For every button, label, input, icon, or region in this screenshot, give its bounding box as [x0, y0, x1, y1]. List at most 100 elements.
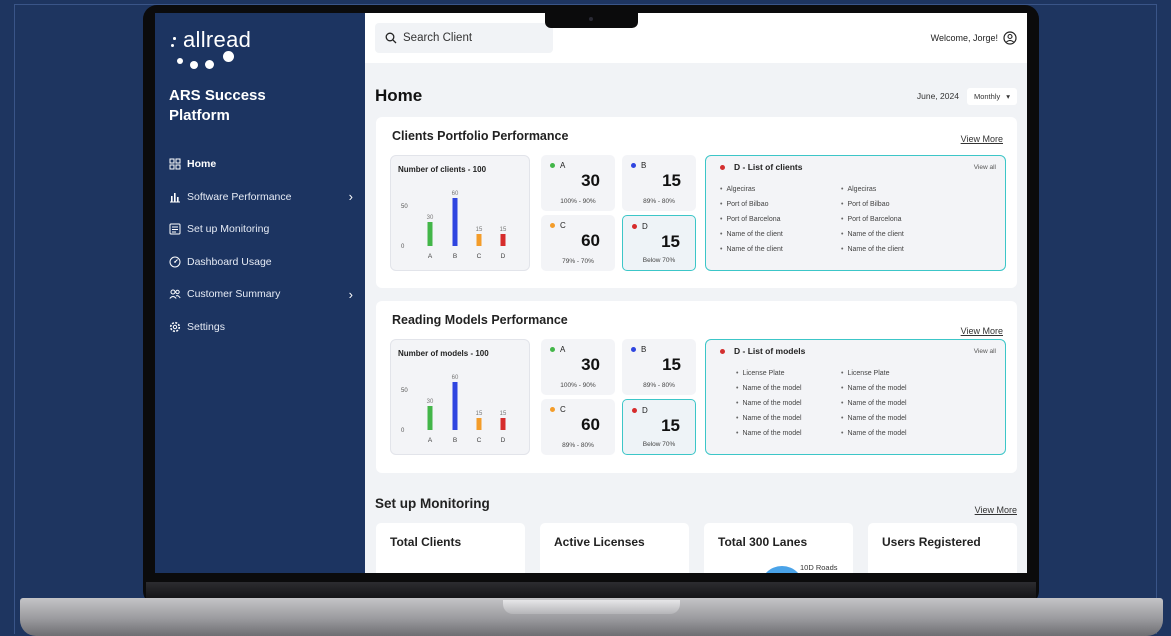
grid-icon	[169, 158, 181, 170]
count-chart-card: Number of models - 100 0 50 30 A 60 B 15 C 15 D	[390, 339, 530, 455]
status-dot-icon	[550, 163, 555, 168]
grade-card-d[interactable]: D 15 Below 70%	[622, 399, 696, 455]
view-all-link[interactable]: View all	[974, 164, 996, 171]
list-item[interactable]: Name of the model	[736, 381, 801, 396]
bar-b[interactable]	[452, 382, 458, 430]
sidebar-item-label: Customer Summary	[187, 288, 281, 301]
list-item[interactable]: Name of the model	[841, 381, 906, 396]
grade-letter: D	[642, 406, 648, 415]
bar-a[interactable]	[427, 222, 433, 246]
list-item[interactable]: Name of the client	[720, 242, 782, 257]
logo-text: allread	[183, 27, 252, 52]
laptop-hinge	[503, 600, 680, 614]
count-chart-card: Number of clients - 100 0 50 30 A 60 B 15 C 15 D	[390, 155, 530, 271]
x-tick-label: C	[477, 437, 482, 444]
list-item[interactable]: Name of the client	[720, 227, 782, 242]
chevron-down-icon: ▾	[1006, 91, 1010, 101]
bar-value-label: 60	[452, 191, 459, 197]
view-all-link[interactable]: View all	[974, 348, 996, 355]
card-title: Active Licenses	[554, 535, 645, 549]
list-item[interactable]: License Plate	[841, 366, 907, 381]
grade-card-c[interactable]: C 60 89% - 80%	[541, 399, 615, 455]
monitoring-view-more-link[interactable]: View More	[975, 505, 1017, 515]
period-select[interactable]: Monthly ▾	[966, 87, 1017, 105]
bar-d[interactable]	[500, 234, 506, 246]
monitoring-card-users-registered[interactable]: Users Registered	[868, 523, 1017, 573]
bar-value-label: 30	[427, 399, 434, 405]
monitoring-title: Set up Monitoring	[375, 496, 490, 511]
grade-letter: C	[560, 405, 566, 414]
grade-value: 60	[581, 415, 600, 434]
sidebar-item-set-up-monitoring[interactable]: Set up Monitoring	[169, 213, 365, 246]
grade-range: 100% - 90%	[560, 198, 596, 205]
list-item[interactable]: Name of the model	[841, 426, 906, 441]
list-item[interactable]: License Plate	[736, 366, 802, 381]
monitoring-card-active-licenses[interactable]: Active Licenses	[540, 523, 689, 573]
grade-letter: A	[560, 161, 566, 170]
bar-chart: 0 50 30 A 60 B 15 C 15 D	[401, 191, 507, 260]
grade-card-a[interactable]: A 30 100% - 90%	[541, 155, 615, 211]
sidebar-item-label: Software Performance	[187, 190, 292, 203]
sidebar-item-dashboard-usage[interactable]: Dashboard Usage	[169, 246, 365, 279]
bar-a[interactable]	[427, 406, 433, 430]
y-tick-label: 0	[401, 428, 405, 434]
monitoring-card-total-300-lanes[interactable]: Total 300 Lanes 10D Roads	[704, 523, 853, 573]
monitoring-card-total-clients[interactable]: Total Clients	[376, 523, 525, 573]
bar-b[interactable]	[452, 198, 458, 246]
list-item[interactable]: Algeciras	[841, 182, 904, 197]
card-title: Users Registered	[882, 535, 981, 549]
y-tick-label: 0	[401, 244, 405, 250]
sidebar-item-software-performance[interactable]: Software Performance ›	[169, 181, 365, 214]
list-item[interactable]: Name of the model	[736, 396, 801, 411]
grade-card-b[interactable]: B 15 89% - 80%	[622, 155, 696, 211]
search-input[interactable]: Search Client	[375, 23, 553, 53]
bar-c[interactable]	[476, 418, 482, 430]
grade-range: 100% - 90%	[560, 382, 596, 389]
sidebar-item-settings[interactable]: Settings	[169, 311, 365, 344]
sidebar: allread ARS Success Platform Home Softwar…	[155, 13, 365, 573]
sidebar-item-label: Set up Monitoring	[187, 223, 270, 236]
user-avatar-icon	[1003, 31, 1017, 45]
list-item[interactable]: Name of the model	[736, 411, 801, 426]
view-more-link[interactable]: View More	[961, 134, 1003, 144]
chevron-right-icon: ›	[348, 286, 353, 302]
list-item[interactable]: Algeciras	[720, 182, 783, 197]
bar-c[interactable]	[476, 234, 482, 246]
status-dot-icon	[720, 165, 725, 170]
sidebar-item-home[interactable]: Home	[169, 148, 365, 181]
bar-d[interactable]	[500, 418, 506, 430]
grade-range: 89% - 80%	[643, 198, 675, 205]
x-tick-label: D	[501, 437, 506, 444]
grade-card-b[interactable]: B 15 89% - 80%	[622, 339, 696, 395]
list-title: D - List of models	[734, 346, 806, 356]
user-welcome[interactable]: Welcome, Jorge!	[931, 31, 1017, 45]
panel-title: Reading Models Performance	[392, 313, 568, 327]
list-item[interactable]: Name of the client	[841, 227, 903, 242]
status-dot-icon	[550, 223, 555, 228]
bar-chart: 0 50 30 A 60 B 15 C 15 D	[401, 375, 507, 444]
view-more-link[interactable]: View More	[961, 326, 1003, 336]
platform-name: ARS Success Platform	[169, 87, 266, 124]
main-content: Search Client Welcome, Jorge! Home June,…	[365, 13, 1027, 573]
grade-range: Below 70%	[642, 257, 676, 264]
grade-card-d[interactable]: D 15 Below 70%	[622, 215, 696, 271]
panel-title: Clients Portfolio Performance	[392, 129, 569, 143]
list-item[interactable]: Port of Bilbao	[841, 197, 904, 212]
list-item[interactable]: Port of Barcelona	[841, 212, 904, 227]
sidebar-item-label: Settings	[187, 320, 225, 333]
grade-value: 60	[581, 231, 600, 250]
grade-card-a[interactable]: A 30 100% - 90%	[541, 339, 615, 395]
sidebar-item-customer-summary[interactable]: Customer Summary ›	[169, 278, 365, 311]
list-item[interactable]: Port of Bilbao	[720, 197, 783, 212]
x-tick-label: A	[428, 437, 433, 444]
list-item[interactable]: Name of the model	[841, 411, 906, 426]
sidebar-item-label: Dashboard Usage	[187, 255, 272, 268]
list-item[interactable]: Name of the client	[841, 242, 903, 257]
x-tick-label: C	[477, 253, 482, 260]
list-item[interactable]: Name of the model	[736, 426, 801, 441]
list-item[interactable]: Port of Barcelona	[720, 212, 783, 227]
grade-range: Below 70%	[642, 441, 676, 448]
users-icon	[169, 288, 181, 300]
list-item[interactable]: Name of the model	[841, 396, 906, 411]
grade-card-c[interactable]: C 60 79% - 70%	[541, 215, 615, 271]
